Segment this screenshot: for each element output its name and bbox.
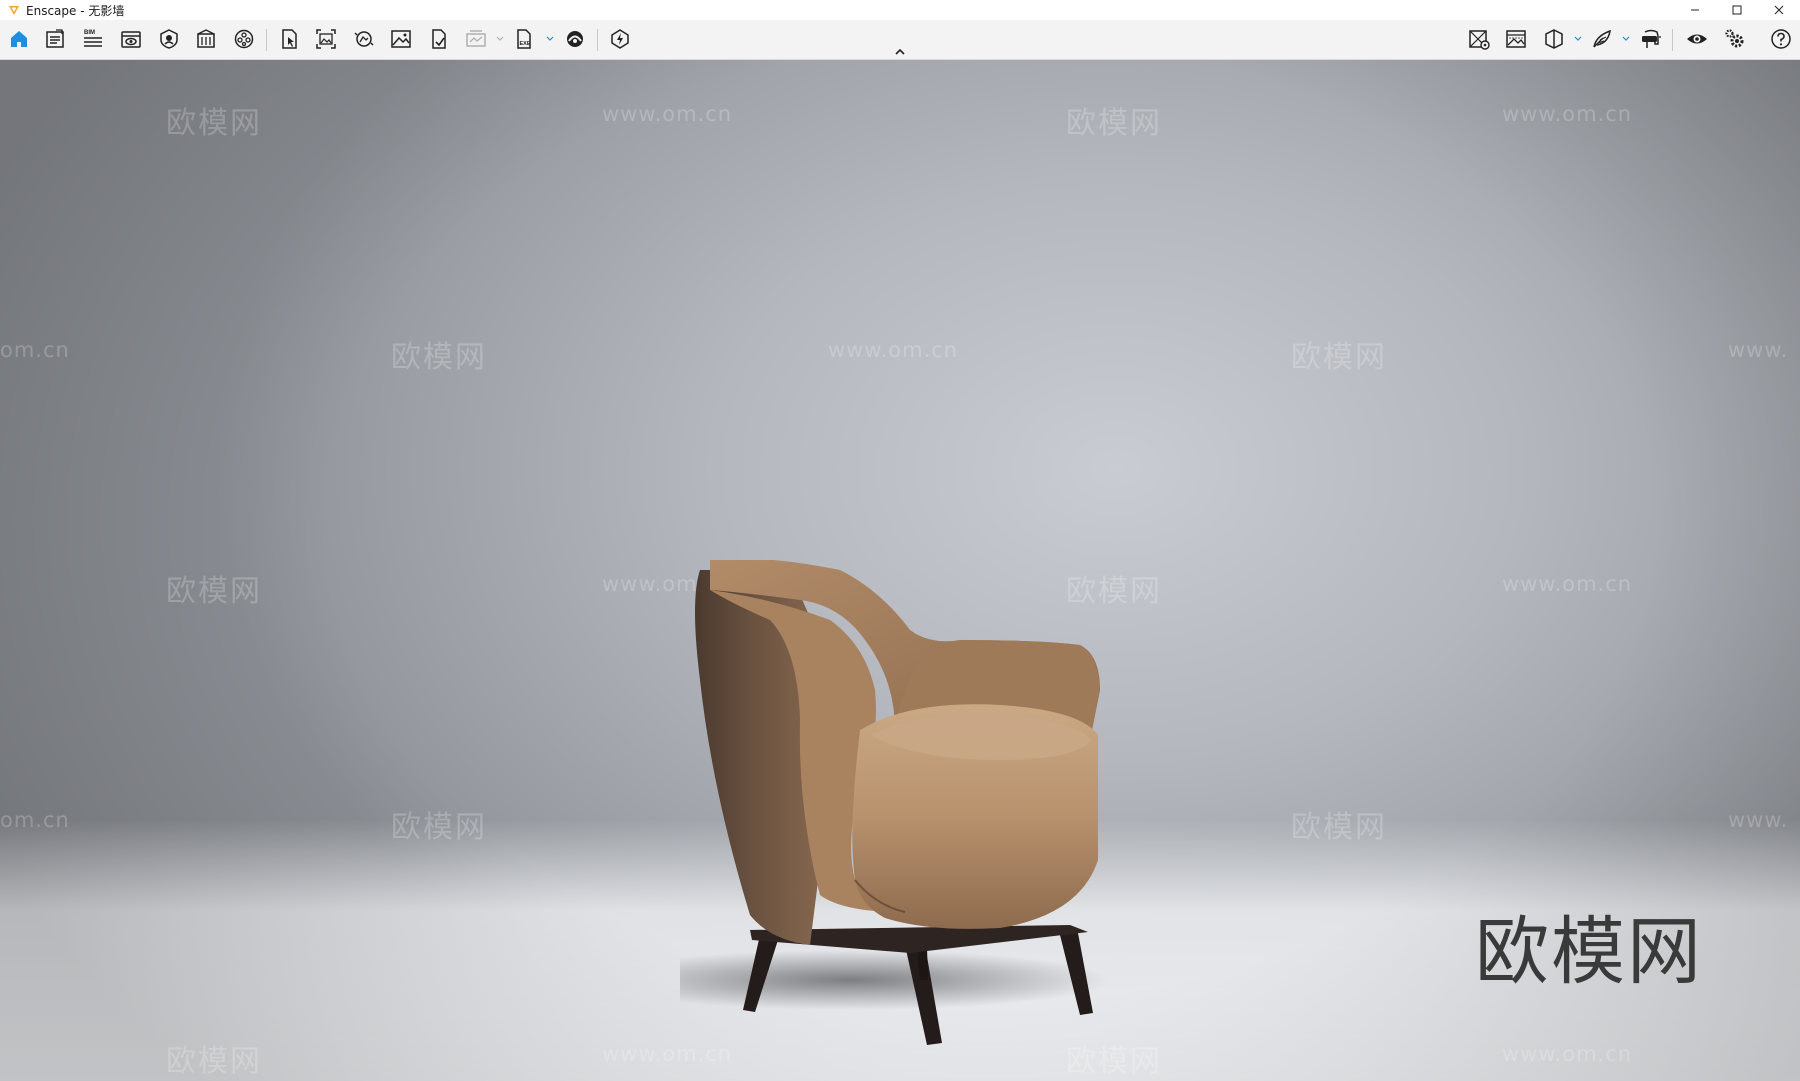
views-icon (121, 31, 141, 48)
export-file-icon (432, 29, 446, 49)
home-button[interactable] (4, 24, 34, 54)
watermark-url-partial: om.cn (0, 338, 70, 362)
watermark-text: 欧模网 (391, 340, 487, 375)
vr-headset-icon (1642, 29, 1661, 48)
watermark-text: 欧模网 (166, 106, 262, 141)
render-viewport[interactable]: 欧模网 www.om.cn 欧模网 www.om.cn om.cn 欧模网 ww… (0, 60, 1800, 1081)
watermark-text: 欧模网 (1066, 106, 1162, 141)
toolbar-collapse-toggle[interactable] (891, 46, 909, 58)
vr-headset-button[interactable] (1636, 24, 1666, 54)
video-editor-button[interactable] (229, 24, 259, 54)
export-exe-button[interactable]: EXE (510, 24, 540, 54)
watermark-url: www.om.cn (602, 102, 733, 126)
material-editor-icon (197, 29, 215, 48)
visual-settings-button[interactable] (1464, 24, 1494, 54)
web-standalone-icon (567, 31, 583, 47)
screenshot-icon (316, 29, 336, 49)
watermark-text: 欧模网 (166, 574, 262, 609)
main-toolbar: BIM EXE (0, 20, 1800, 60)
maximize-button[interactable] (1716, 0, 1758, 20)
help-button[interactable] (1766, 24, 1796, 54)
watermark-text: 欧模网 (391, 810, 487, 845)
image-settings-button[interactable] (1501, 24, 1531, 54)
close-icon (1774, 5, 1784, 15)
bim-icon: BIM (84, 30, 102, 47)
export-exe-dropdown[interactable] (545, 32, 555, 46)
window-title: Enscape - 无影墙 (26, 3, 125, 18)
web-standalone-button[interactable] (560, 24, 590, 54)
armchair-render (680, 560, 1110, 1045)
views-button[interactable] (116, 24, 146, 54)
window-titlebar: Enscape - 无影墙 (0, 0, 1800, 20)
bim-label: BIM (84, 30, 95, 36)
help-icon (1771, 29, 1791, 49)
watermark-url-partial: om.cn (0, 808, 70, 832)
toolbar-separator (597, 29, 598, 51)
close-button[interactable] (1758, 0, 1800, 20)
export-exe-icon: EXE (517, 29, 531, 49)
asset-library-button[interactable] (40, 24, 70, 54)
batch-render-button[interactable] (461, 24, 491, 54)
chevron-up-icon (895, 48, 905, 55)
settings-button[interactable] (1720, 24, 1750, 54)
watermark-url-partial: www. (1728, 808, 1789, 832)
chevron-down-icon (1622, 36, 1630, 41)
live-update-icon (611, 29, 629, 49)
toolbar-separator (266, 29, 267, 51)
watermark-text: 欧模网 (166, 1044, 262, 1079)
capture-button[interactable] (274, 24, 304, 54)
batch-render-dropdown[interactable] (495, 32, 505, 46)
screenshot-button[interactable] (311, 24, 341, 54)
chevron-down-icon (546, 36, 554, 41)
panorama-icon (354, 31, 374, 47)
watermark-url: www.om.cn (828, 338, 959, 362)
home-icon (11, 31, 27, 47)
enscape-logo-icon (7, 3, 21, 17)
chevron-down-icon (1574, 36, 1582, 41)
watermark-url: www.om.cn (1502, 1042, 1633, 1066)
render-image-icon (391, 30, 411, 48)
eye-icon (1687, 34, 1707, 44)
feather-icon (1593, 29, 1611, 48)
eye-button[interactable] (1682, 24, 1712, 54)
settings-gear-icon (1725, 29, 1744, 48)
watermark-url-partial: www. (1728, 338, 1789, 362)
feather-button[interactable] (1587, 24, 1617, 54)
section-view-dropdown[interactable] (1573, 32, 1583, 46)
minimize-button[interactable] (1674, 0, 1716, 20)
watermark-url: www.om.cn (1502, 102, 1633, 126)
video-editor-icon (234, 29, 254, 49)
export-file-button[interactable] (424, 24, 454, 54)
render-image-button[interactable] (386, 24, 416, 54)
watermark-url: www.om.cn (1502, 572, 1633, 596)
watermark-text: 欧模网 (1291, 340, 1387, 375)
feather-dropdown[interactable] (1621, 32, 1631, 46)
chevron-down-icon (496, 36, 504, 41)
capture-icon (282, 29, 297, 49)
material-editor-button[interactable] (191, 24, 221, 54)
toolbar-separator (1672, 29, 1673, 51)
atmosphere-icon (160, 29, 178, 49)
watermark-text: 欧模网 (1291, 810, 1387, 845)
section-view-button[interactable] (1539, 24, 1569, 54)
watermark-large: 欧模网 (1475, 909, 1703, 995)
batch-render-icon (466, 30, 486, 47)
section-view-icon (1545, 29, 1563, 49)
visual-settings-icon (1469, 30, 1490, 50)
exe-label: EXE (520, 41, 531, 47)
maximize-icon (1732, 5, 1742, 15)
live-update-button[interactable] (605, 24, 635, 54)
minimize-icon (1691, 9, 1699, 11)
panorama-button[interactable] (349, 24, 379, 54)
asset-library-icon (46, 29, 64, 48)
window-controls (1674, 0, 1800, 20)
bim-button[interactable]: BIM (78, 24, 108, 54)
atmosphere-button[interactable] (154, 24, 184, 54)
image-settings-icon (1506, 30, 1526, 48)
